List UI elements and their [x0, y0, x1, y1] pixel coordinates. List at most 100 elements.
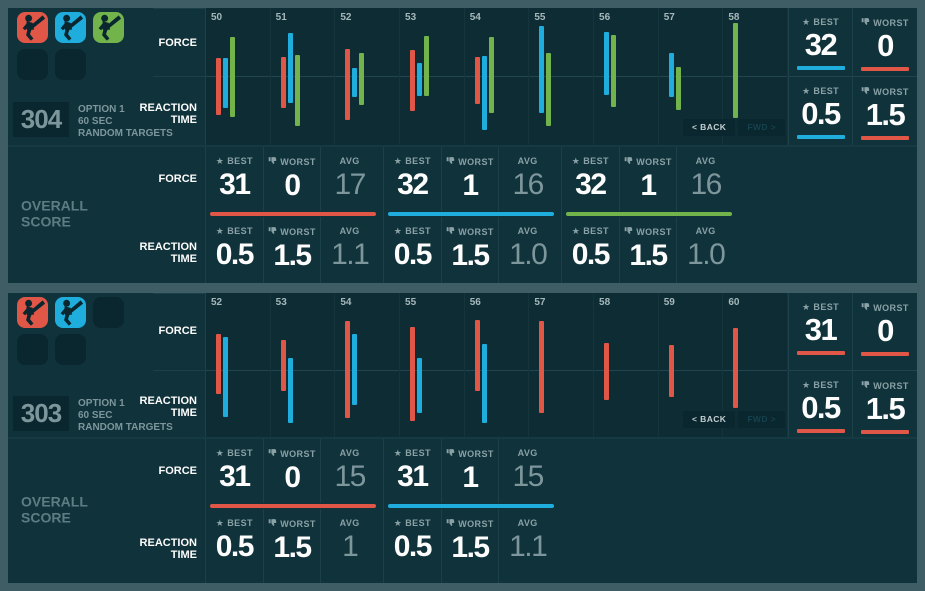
- star-icon: ★: [394, 227, 402, 236]
- best-header: ★BEST: [206, 518, 263, 528]
- star-icon: ★: [216, 449, 224, 458]
- target-tiles-row1: [17, 12, 124, 43]
- chart-column-56: 56: [594, 8, 659, 145]
- score-group-blue: ★BEST32WORST1AVG16★BEST0.5WORST1.5AVG1.0: [383, 147, 556, 283]
- star-icon: ★: [216, 519, 224, 528]
- chart-column-54: 54: [335, 293, 400, 437]
- target-icon-blue[interactable]: [55, 12, 86, 43]
- score-best-force-value: 32: [384, 168, 441, 201]
- fwd-button[interactable]: FWD >: [738, 119, 785, 136]
- avg-header: AVG: [677, 226, 734, 236]
- column-number-label: 55: [405, 297, 416, 308]
- column-number-label: 54: [470, 12, 481, 23]
- target-icon-green[interactable]: [93, 12, 124, 43]
- avg-header: AVG: [321, 448, 378, 458]
- score-cell-best-reaction: ★BEST0.5: [384, 217, 442, 283]
- avg-header: AVG: [677, 156, 734, 166]
- score-cell-worst-force: WORST0: [264, 439, 322, 503]
- thumbs-down-icon: [446, 448, 455, 459]
- chart-section: 303OPTION 160 SECRANDOM TARGETSFORCEREAC…: [8, 293, 917, 439]
- overall-score-label: OVERALL SCORE: [21, 198, 101, 230]
- worst-header: WORST: [264, 448, 321, 459]
- column-number-label: 52: [340, 12, 351, 23]
- worst-header: WORST: [620, 156, 677, 167]
- red-range-bar: [410, 327, 415, 421]
- force-score-row: ★BEST31WORST0AVG15: [206, 439, 378, 503]
- avg-label: AVG: [340, 226, 360, 236]
- score-cell-worst-reaction: WORST 1.5: [442, 509, 500, 583]
- summary-best-force: ★BEST32: [789, 8, 853, 76]
- best-label: BEST: [405, 448, 431, 458]
- score-worst-force-value: 1: [442, 461, 499, 494]
- target-slot-empty: [17, 334, 48, 365]
- force-row-label: FORCE: [159, 173, 198, 185]
- column-number-label: 53: [276, 297, 287, 308]
- avg-label: AVG: [518, 448, 538, 458]
- training-dashboard: 304OPTION 160 SECRANDOM TARGETSFORCEREAC…: [0, 0, 925, 591]
- back-button[interactable]: < BACK: [683, 411, 735, 428]
- star-icon: ★: [216, 157, 224, 166]
- avg-header: AVG: [499, 226, 556, 236]
- green-range-bar: [359, 53, 364, 105]
- chart-column-53: 53: [400, 8, 465, 145]
- worst-header: WORST: [620, 226, 677, 237]
- back-button[interactable]: < BACK: [683, 119, 735, 136]
- worst-underline: [861, 67, 909, 71]
- worst-label: WORST: [458, 157, 494, 167]
- blue-range-bar: [417, 63, 422, 96]
- overall-score-labels: OVERALL SCOREFORCEREACTION TIME: [8, 439, 205, 583]
- green-range-bar: [733, 23, 738, 118]
- thumbs-down-icon: [446, 518, 455, 529]
- star-icon: ★: [572, 227, 580, 236]
- reaction-time-axis-label: REACTION TIME: [131, 395, 197, 419]
- target-icon-blue[interactable]: [55, 297, 86, 328]
- best-worst-summary: ★BEST31WORST0★BEST0.5WORST1.5: [788, 293, 917, 437]
- score-worst-reaction-value: 1.5: [442, 531, 499, 564]
- worst-label: WORST: [458, 449, 494, 459]
- score-cell-avg-force: AVG16: [499, 147, 556, 211]
- target-icon-red[interactable]: [17, 297, 48, 328]
- overall-score-label: OVERALL SCORE: [21, 494, 101, 526]
- worst-label: WORST: [873, 303, 909, 313]
- red-range-bar: [475, 320, 480, 391]
- kick-icon: [55, 297, 86, 328]
- midline-divider: [153, 370, 205, 371]
- chart-pagination: < BACKFWD >: [683, 411, 785, 428]
- best-header: ★BEST: [789, 17, 852, 27]
- best-header: ★BEST: [384, 518, 441, 528]
- worst-header: WORST: [853, 86, 917, 97]
- fwd-button[interactable]: FWD >: [738, 411, 785, 428]
- avg-label: AVG: [340, 448, 360, 458]
- avg-header: AVG: [499, 518, 556, 528]
- score-cell-best-reaction: ★BEST0.5: [206, 217, 264, 283]
- star-icon: ★: [572, 157, 580, 166]
- worst-label: WORST: [873, 18, 909, 28]
- column-number-label: 57: [534, 297, 545, 308]
- score-cell-avg-reaction: AVG1.1: [321, 217, 378, 283]
- kick-icon: [93, 12, 124, 43]
- best-header: ★BEST: [789, 380, 852, 390]
- chart-column-52: 52: [206, 293, 271, 437]
- worst-label: WORST: [458, 519, 494, 529]
- target-slot-empty: [55, 334, 86, 365]
- best-header: ★BEST: [384, 156, 441, 166]
- score-groups: ★BEST31WORST0AVG15★BEST0.5WORST1.5AVG1★B…: [205, 439, 556, 583]
- score-avg-reaction-value: 1.1: [499, 530, 556, 563]
- score-group-red: ★BEST31WORST0AVG17★BEST0.5WORST1.5AVG1.1: [205, 147, 378, 283]
- score-cell-avg-reaction: AVG1.0: [677, 217, 734, 283]
- score-cell-worst-force: WORST1: [620, 147, 678, 211]
- avg-header: AVG: [499, 448, 556, 458]
- worst-label: WORST: [873, 87, 909, 97]
- summary-worst-force: WORST0: [853, 8, 917, 76]
- column-number-label: 58: [728, 12, 739, 23]
- session-id: 303: [13, 396, 69, 431]
- star-icon: ★: [394, 449, 402, 458]
- score-worst-reaction-value: 1.5: [442, 239, 499, 272]
- summary-worst-force-value: 0: [853, 29, 917, 63]
- target-icon-red[interactable]: [17, 12, 48, 43]
- green-range-bar: [546, 53, 551, 126]
- red-range-bar: [216, 58, 221, 115]
- best-label: BEST: [227, 226, 253, 236]
- blue-range-bar: [288, 358, 293, 423]
- score-cell-avg-reaction: AVG1: [321, 509, 378, 583]
